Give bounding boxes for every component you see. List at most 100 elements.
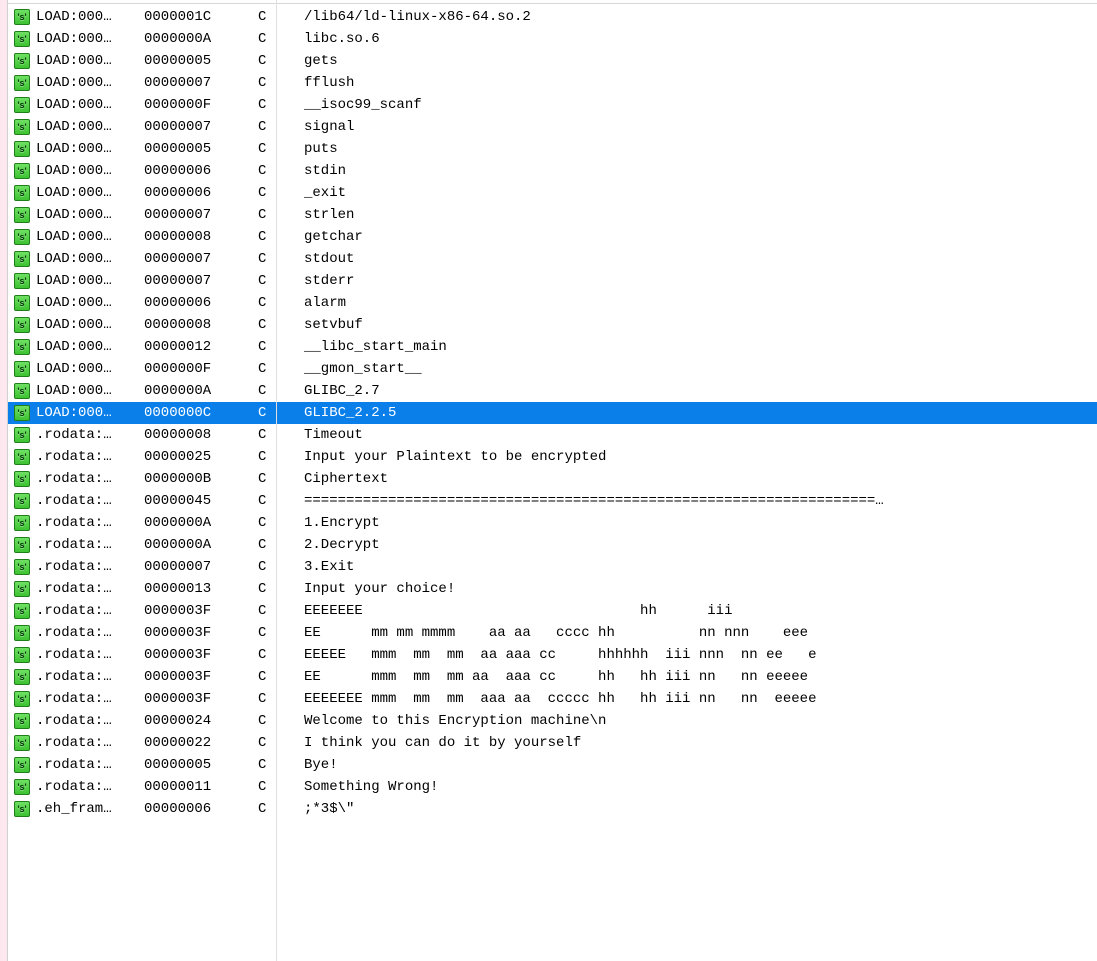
table-row[interactable]: 's'.rodata:…00000024CWelcome to this Enc…: [8, 710, 1097, 732]
type-cell: C: [258, 336, 304, 358]
table-row[interactable]: 's'.rodata:…0000003FCEE mm mm mmmm aa aa…: [8, 622, 1097, 644]
table-row[interactable]: 's'.rodata:…00000022CI think you can do …: [8, 732, 1097, 754]
table-row[interactable]: 's'.rodata:…00000005CBye!: [8, 754, 1097, 776]
type-cell: C: [258, 116, 304, 138]
string-cell: stderr: [304, 270, 1097, 292]
address-cell: .rodata:…: [30, 468, 144, 490]
row-icon-cell: 's': [8, 801, 30, 817]
length-cell: 00000006: [144, 798, 242, 820]
type-cell: C: [258, 6, 304, 28]
row-icon-cell: 's': [8, 273, 30, 289]
length-cell: 0000000A: [144, 380, 242, 402]
type-cell: C: [258, 292, 304, 314]
table-row[interactable]: 's'LOAD:000…0000001CC/lib64/ld-linux-x86…: [8, 6, 1097, 28]
table-row[interactable]: 's'LOAD:000…00000005Cgets: [8, 50, 1097, 72]
type-cell: C: [258, 160, 304, 182]
length-cell: 00000005: [144, 50, 242, 72]
row-icon-cell: 's': [8, 779, 30, 795]
string-cell: __libc_start_main: [304, 336, 1097, 358]
table-row[interactable]: 's'.rodata:…0000000BCCiphertext: [8, 468, 1097, 490]
row-icon-cell: 's': [8, 493, 30, 509]
table-row[interactable]: 's'.rodata:…0000000AC2.Decrypt: [8, 534, 1097, 556]
address-cell: .rodata:…: [30, 688, 144, 710]
table-row[interactable]: 's'.rodata:…0000000AC1.Encrypt: [8, 512, 1097, 534]
address-cell: LOAD:000…: [30, 270, 144, 292]
type-cell: C: [258, 248, 304, 270]
address-cell: .rodata:…: [30, 578, 144, 600]
string-icon: 's': [14, 97, 30, 113]
table-row[interactable]: 's'LOAD:000…00000005Cputs: [8, 138, 1097, 160]
strings-list-pane[interactable]: 's'LOAD:000…0000001CC/lib64/ld-linux-x86…: [8, 0, 1097, 961]
row-icon-cell: 's': [8, 141, 30, 157]
string-cell: fflush: [304, 72, 1097, 94]
length-cell: 00000007: [144, 556, 242, 578]
row-icon-cell: 's': [8, 251, 30, 267]
table-row[interactable]: 's'LOAD:000…00000007Csignal: [8, 116, 1097, 138]
address-cell: LOAD:000…: [30, 314, 144, 336]
address-cell: .rodata:…: [30, 732, 144, 754]
address-cell: .rodata:…: [30, 446, 144, 468]
left-gutter: [0, 0, 8, 961]
row-icon-cell: 's': [8, 471, 30, 487]
length-cell: 00000007: [144, 248, 242, 270]
table-row[interactable]: 's'.rodata:…0000003FCEEEEEEE hh iii: [8, 600, 1097, 622]
string-icon: 's': [14, 185, 30, 201]
table-row[interactable]: 's'LOAD:000…00000008Cgetchar: [8, 226, 1097, 248]
address-cell: LOAD:000…: [30, 50, 144, 72]
string-cell: Something Wrong!: [304, 776, 1097, 798]
table-row[interactable]: 's'.rodata:…00000045C===================…: [8, 490, 1097, 512]
string-cell: __gmon_start__: [304, 358, 1097, 380]
address-cell: .rodata:…: [30, 754, 144, 776]
table-row[interactable]: 's'LOAD:000…0000000FC__gmon_start__: [8, 358, 1097, 380]
table-row[interactable]: 's'.rodata:…0000003FCEEEEE mmm mm mm aa …: [8, 644, 1097, 666]
string-icon: 's': [14, 383, 30, 399]
type-cell: C: [258, 754, 304, 776]
string-icon: 's': [14, 405, 30, 421]
table-row[interactable]: 's'.rodata:…0000003FCEEEEEEE mmm mm mm a…: [8, 688, 1097, 710]
table-row[interactable]: 's'LOAD:000…00000007Cstrlen: [8, 204, 1097, 226]
string-icon: 's': [14, 493, 30, 509]
column-separator: [276, 0, 277, 961]
type-cell: C: [258, 314, 304, 336]
string-cell: Input your choice!: [304, 578, 1097, 600]
address-cell: LOAD:000…: [30, 6, 144, 28]
type-cell: C: [258, 490, 304, 512]
address-cell: LOAD:000…: [30, 160, 144, 182]
table-row[interactable]: 's'.rodata:…00000008CTimeout: [8, 424, 1097, 446]
length-cell: 00000005: [144, 138, 242, 160]
row-icon-cell: 's': [8, 295, 30, 311]
table-row[interactable]: 's'LOAD:000…00000006Calarm: [8, 292, 1097, 314]
address-cell: LOAD:000…: [30, 336, 144, 358]
address-cell: .eh_fram…: [30, 798, 144, 820]
table-row[interactable]: 's'.rodata:…0000003FCEE mmm mm mm aa aaa…: [8, 666, 1097, 688]
table-row[interactable]: 's'LOAD:000…00000008Csetvbuf: [8, 314, 1097, 336]
type-cell: C: [258, 600, 304, 622]
table-row[interactable]: 's'LOAD:000…0000000CCGLIBC_2.2.5: [8, 402, 1097, 424]
table-row[interactable]: 's'LOAD:000…00000006Cstdin: [8, 160, 1097, 182]
string-cell: stdin: [304, 160, 1097, 182]
type-cell: C: [258, 556, 304, 578]
type-cell: C: [258, 446, 304, 468]
table-row[interactable]: 's'LOAD:000…00000006C_exit: [8, 182, 1097, 204]
table-row[interactable]: 's'.rodata:…00000011CSomething Wrong!: [8, 776, 1097, 798]
table-row[interactable]: 's'.rodata:…00000025CInput your Plaintex…: [8, 446, 1097, 468]
table-row[interactable]: 's'LOAD:000…00000012C__libc_start_main: [8, 336, 1097, 358]
table-row[interactable]: 's'LOAD:000…0000000AClibc.so.6: [8, 28, 1097, 50]
table-row[interactable]: 's'LOAD:000…0000000ACGLIBC_2.7: [8, 380, 1097, 402]
address-cell: LOAD:000…: [30, 402, 144, 424]
row-icon-cell: 's': [8, 119, 30, 135]
type-cell: C: [258, 138, 304, 160]
table-row[interactable]: 's'LOAD:000…00000007Cstderr: [8, 270, 1097, 292]
table-row[interactable]: 's'.eh_fram…00000006C;*3$\": [8, 798, 1097, 820]
type-cell: C: [258, 50, 304, 72]
string-cell: puts: [304, 138, 1097, 160]
string-cell: EE mmm mm mm aa aaa cc hh hh iii nn nn e…: [304, 666, 1097, 688]
table-row[interactable]: 's'.rodata:…00000007C3.Exit: [8, 556, 1097, 578]
row-icon-cell: 's': [8, 735, 30, 751]
table-row[interactable]: 's'LOAD:000…00000007Cfflush: [8, 72, 1097, 94]
table-row[interactable]: 's'LOAD:000…0000000FC__isoc99_scanf: [8, 94, 1097, 116]
string-cell: EEEEEEE mmm mm mm aaa aa ccccc hh hh iii…: [304, 688, 1097, 710]
string-icon: 's': [14, 625, 30, 641]
table-row[interactable]: 's'LOAD:000…00000007Cstdout: [8, 248, 1097, 270]
table-row[interactable]: 's'.rodata:…00000013CInput your choice!: [8, 578, 1097, 600]
